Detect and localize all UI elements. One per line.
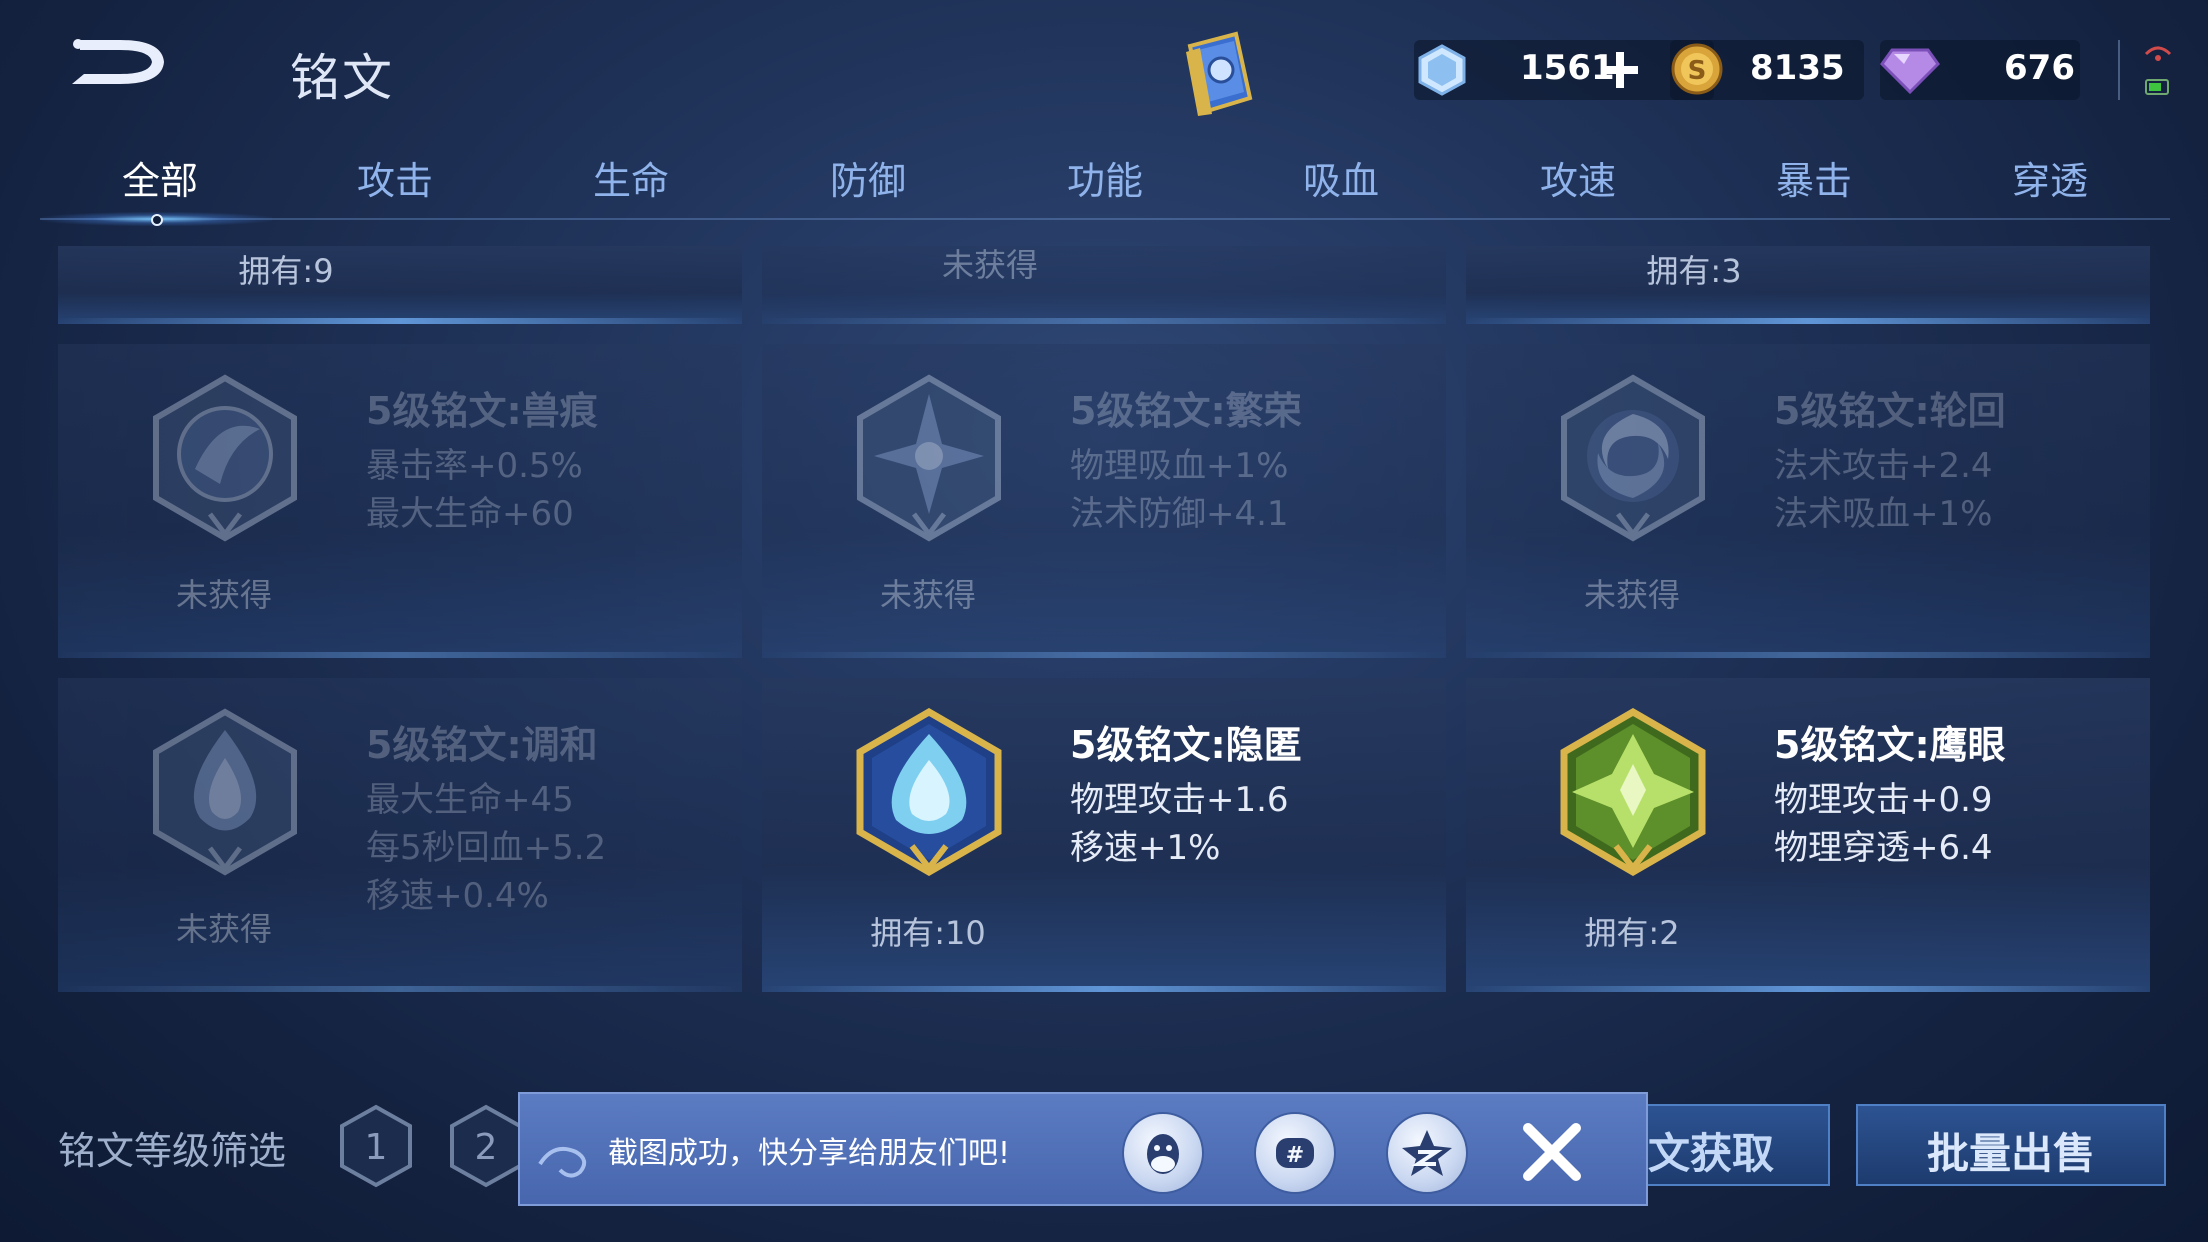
rune-name: 5级铭文:隐匿 (1070, 723, 1302, 767)
samsara-emblem-icon (1561, 374, 1705, 542)
owned-count: 未获得 (941, 246, 1038, 284)
close-icon[interactable] (1518, 1118, 1586, 1186)
tab-defense[interactable]: 防御 (788, 150, 948, 205)
rune-name: 5级铭文:鹰眼 (1774, 723, 2006, 767)
rune-stat: 物理穿透+6.4 (1774, 828, 1993, 868)
rune-card[interactable]: 拥有:2 5级铭文:鹰眼 物理攻击+0.9 物理穿透+6.4 (1466, 678, 2150, 992)
svg-text:S: S (1688, 56, 1707, 86)
beast-mark-emblem-icon (153, 374, 297, 542)
qq-icon (1147, 1134, 1179, 1174)
share-qq-button[interactable] (1122, 1112, 1204, 1194)
tab-utility[interactable]: 功能 (1025, 150, 1185, 205)
rune-stat: 法术吸血+1% (1774, 494, 1993, 534)
rune-stat: 暴击率+0.5% (366, 446, 583, 486)
rune-name: 5级铭文:调和 (366, 723, 598, 767)
owned-count: 未获得 (175, 576, 272, 614)
rune-stat: 物理攻击+1.6 (1070, 780, 1289, 820)
tab-attack-speed[interactable]: 攻速 (1498, 150, 1658, 205)
tab-penetration[interactable]: 穿透 (1970, 150, 2130, 205)
rune-stat: 最大生命+60 (366, 494, 574, 534)
page-title: 铭文 (290, 49, 394, 107)
gold-value: 8135 (1750, 48, 1845, 88)
owned-count: 未获得 (879, 576, 976, 614)
stealth-emblem-icon (856, 708, 1002, 876)
add-crystal-button[interactable] (1600, 50, 1640, 90)
owned-count: 未获得 (1583, 576, 1680, 614)
rune-name: 5级铭文:繁荣 (1070, 389, 1302, 433)
owned-count: 拥有:9 (238, 252, 334, 290)
owned-count: 拥有:10 (870, 914, 986, 952)
rune-stat: 每5秒回血+5.2 (366, 828, 607, 868)
harmony-emblem-icon (153, 708, 297, 876)
rune-card[interactable]: 未获得 5级铭文:兽痕 暴击率+0.5% 最大生命+60 (58, 344, 742, 658)
rune-card-partial[interactable]: 拥有:3 (1466, 246, 2150, 324)
wechat-moments-icon: # (1276, 1138, 1314, 1168)
rune-stat: 法术防御+4.1 (1070, 494, 1289, 534)
back-button[interactable] (62, 28, 192, 98)
rune-acquire-label: 文获取 (1648, 1129, 1775, 1178)
owned-count: 未获得 (175, 910, 272, 948)
rune-name: 5级铭文:兽痕 (366, 389, 598, 433)
toast-message: 截图成功，快分享给朋友们吧! (608, 1136, 1011, 1171)
qzone-icon (1402, 1130, 1452, 1176)
active-tab-dot (151, 214, 163, 226)
tab-attack[interactable]: 攻击 (315, 150, 475, 205)
owned-count: 拥有:3 (1646, 252, 1742, 290)
level-filter-label: 铭文等级筛选 (58, 1129, 287, 1173)
rune-card-partial[interactable]: 未获得 (762, 246, 1446, 324)
share-wechat-moments-button[interactable]: # (1254, 1112, 1336, 1194)
level-filter-2-button[interactable]: 2 (448, 1104, 524, 1188)
screenshot-share-toast: 截图成功，快分享给朋友们吧! # (518, 1092, 1648, 1206)
rune-book-icon[interactable] (1176, 28, 1260, 118)
tab-underline (40, 218, 2170, 220)
level-filter-1-label: 1 (365, 1127, 388, 1168)
rune-card[interactable]: 未获得 5级铭文:繁荣 物理吸血+1% 法术防御+4.1 (762, 344, 1446, 658)
rune-card[interactable]: 未获得 5级铭文:轮回 法术攻击+2.4 法术吸血+1% (1466, 344, 2150, 658)
level-filter-2-label: 2 (475, 1127, 498, 1168)
rune-stat: 最大生命+45 (366, 780, 574, 820)
swirl-decoration-icon (538, 1147, 587, 1178)
rune-card[interactable]: 未获得 5级铭文:调和 最大生命+45 每5秒回血+5.2 移速+0.4% (58, 678, 742, 992)
level-filter-1-button[interactable]: 1 (338, 1104, 414, 1188)
rune-card[interactable]: 拥有:10 5级铭文:隐匿 物理攻击+1.6 移速+1% (762, 678, 1446, 992)
rune-stat: 物理攻击+0.9 (1774, 780, 1993, 820)
svg-text:#: # (1286, 1143, 1304, 1168)
rune-card-partial[interactable]: 拥有:9 (58, 246, 742, 324)
tab-health[interactable]: 生命 (551, 150, 711, 205)
hawkeye-emblem-icon (1560, 708, 1706, 876)
diamond-icon (1880, 48, 1940, 95)
tab-critical[interactable]: 暴击 (1734, 150, 1894, 205)
tab-lifesteal[interactable]: 吸血 (1261, 150, 1421, 205)
rune-stat: 移速+1% (1070, 828, 1221, 868)
prosperity-emblem-icon (857, 374, 1001, 542)
gold-coin-icon: S (1671, 43, 1723, 95)
tab-all[interactable]: 全部 (80, 150, 240, 205)
bulk-sell-button[interactable]: 批量出售 (1856, 1104, 2166, 1186)
network-status-icon (2144, 46, 2172, 95)
owned-count: 拥有:2 (1584, 914, 1680, 952)
crystal-icon (1418, 44, 1466, 96)
bulk-sell-label: 批量出售 (1926, 1129, 2095, 1178)
share-qzone-button[interactable] (1386, 1112, 1468, 1194)
rune-stat: 法术攻击+2.4 (1774, 446, 1993, 486)
header-divider (2118, 40, 2120, 100)
diamond-value: 676 (2004, 48, 2075, 88)
rune-stat: 物理吸血+1% (1070, 446, 1289, 486)
rune-name: 5级铭文:轮回 (1774, 389, 2006, 433)
rune-stat: 移速+0.4% (366, 876, 549, 916)
